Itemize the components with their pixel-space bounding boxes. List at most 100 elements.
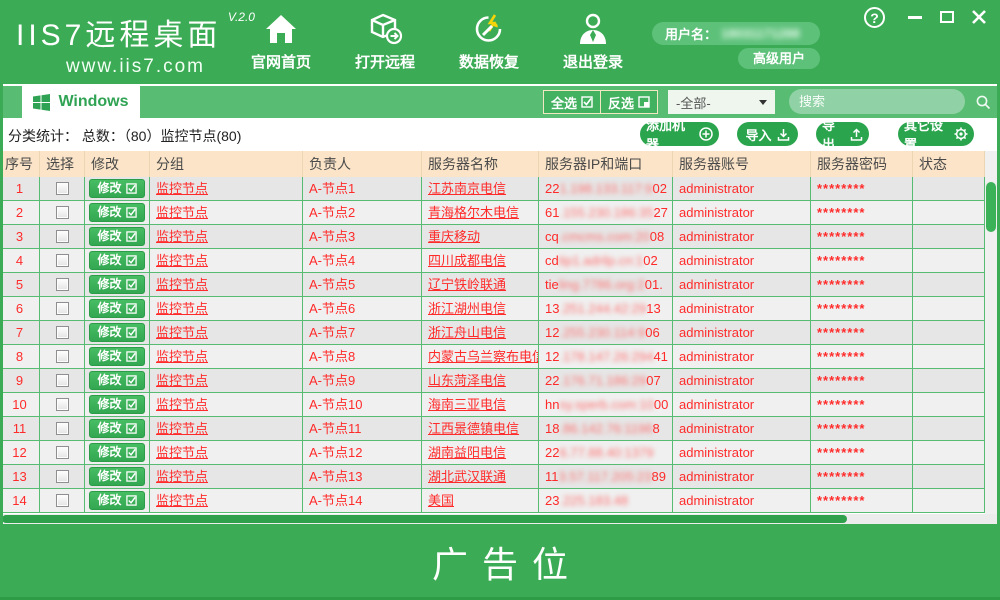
table-row: 11修改监控节点A-节点11江西景德镇电信18.86.142.76:11988a… (0, 417, 985, 441)
row-checkbox[interactable] (56, 254, 69, 267)
server-name-link[interactable]: 浙江湖州电信 (428, 297, 506, 320)
server-name-link[interactable]: 重庆移动 (428, 225, 480, 248)
nav-home-button[interactable]: 官网首页 (234, 10, 328, 74)
row-checkbox[interactable] (56, 230, 69, 243)
other-settings-button[interactable]: 其它设置 (898, 122, 974, 146)
row-select-cell (40, 417, 85, 441)
import-button[interactable]: 导入 (737, 122, 798, 146)
maximize-icon[interactable] (939, 10, 955, 24)
group-link[interactable]: 监控节点 (156, 177, 208, 200)
nav-data-recovery-button[interactable]: 数据恢复 (442, 10, 536, 74)
row-password-cell: ******** (811, 345, 913, 369)
nav-open-remote-button[interactable]: 打开远程 (338, 10, 432, 74)
row-group-cell: 监控节点 (150, 273, 303, 297)
export-button[interactable]: 导出 (816, 122, 869, 146)
server-name-link[interactable]: 美国 (428, 489, 454, 512)
modify-button[interactable]: 修改 (89, 491, 145, 510)
row-checkbox[interactable] (56, 206, 69, 219)
home-icon (263, 10, 299, 48)
group-link[interactable]: 监控节点 (156, 273, 208, 296)
modify-button[interactable]: 修改 (89, 227, 145, 246)
row-checkbox[interactable] (56, 470, 69, 483)
row-status-cell (913, 249, 985, 273)
modify-button[interactable]: 修改 (89, 203, 145, 222)
group-link[interactable]: 监控节点 (156, 489, 208, 512)
help-icon[interactable]: ? (864, 7, 885, 28)
server-name-link[interactable]: 浙江舟山电信 (428, 321, 506, 344)
row-checkbox[interactable] (56, 374, 69, 387)
search-icon[interactable] (975, 94, 991, 110)
add-machine-button[interactable]: 添加机器 (640, 122, 719, 146)
modify-button[interactable]: 修改 (89, 251, 145, 270)
group-link[interactable]: 监控节点 (156, 249, 208, 272)
row-checkbox[interactable] (56, 494, 69, 507)
app-url: www.iis7.com (16, 56, 255, 78)
server-name-link[interactable]: 江苏南京电信 (428, 177, 506, 200)
select-all-button[interactable]: 全选 (544, 91, 600, 113)
server-name-link[interactable]: 辽宁铁岭联通 (428, 273, 506, 296)
modify-button[interactable]: 修改 (89, 443, 145, 462)
row-select-cell (40, 441, 85, 465)
modify-button[interactable]: 修改 (89, 323, 145, 342)
server-name-link[interactable]: 湖北武汉联通 (428, 465, 506, 488)
row-checkbox[interactable] (56, 350, 69, 363)
tab-windows[interactable]: Windows (22, 86, 140, 118)
row-number: 3 (0, 225, 40, 249)
row-checkbox[interactable] (56, 182, 69, 195)
modify-button[interactable]: 修改 (89, 179, 145, 198)
row-checkbox[interactable] (56, 302, 69, 315)
server-name-link[interactable]: 海南三亚电信 (428, 393, 506, 416)
row-ip-cell: 13.251.244.42:2913 (539, 297, 673, 321)
row-checkbox[interactable] (56, 278, 69, 291)
server-name-link[interactable]: 四川成都电信 (428, 249, 506, 272)
close-icon[interactable] (971, 10, 987, 24)
modify-check-icon (126, 351, 137, 362)
group-link[interactable]: 监控节点 (156, 345, 208, 368)
group-link[interactable]: 监控节点 (156, 417, 208, 440)
group-link[interactable]: 监控节点 (156, 393, 208, 416)
ad-banner[interactable]: 广告位 (0, 524, 1000, 600)
group-link[interactable]: 监控节点 (156, 225, 208, 248)
group-link[interactable]: 监控节点 (156, 369, 208, 392)
row-ip-cell: 12.178.147.26:29441 (539, 345, 673, 369)
row-owner-cell: A-节点6 (303, 297, 422, 321)
group-filter-dropdown[interactable]: -全部- (668, 90, 775, 114)
group-link[interactable]: 监控节点 (156, 201, 208, 224)
search-input[interactable] (799, 94, 975, 109)
group-link[interactable]: 监控节点 (156, 321, 208, 344)
masked-ip: .86.142.76:1198 (559, 417, 652, 440)
minimize-icon[interactable] (907, 10, 923, 24)
server-name-link[interactable]: 江西景德镇电信 (428, 417, 519, 440)
vertical-scrollbar-thumb[interactable] (986, 182, 996, 232)
server-name-link[interactable]: 青海格尔木电信 (428, 201, 519, 224)
row-checkbox[interactable] (56, 422, 69, 435)
table-row: 13修改监控节点A-节点13湖北武汉联通113.57.117.205:2389a… (0, 465, 985, 489)
modify-button[interactable]: 修改 (89, 275, 145, 294)
table-row: 6修改监控节点A-节点6浙江湖州电信13.251.244.42:2913admi… (0, 297, 985, 321)
modify-button[interactable]: 修改 (89, 419, 145, 438)
group-link[interactable]: 监控节点 (156, 441, 208, 464)
group-link[interactable]: 监控节点 (156, 297, 208, 320)
row-checkbox[interactable] (56, 326, 69, 339)
user-level-badge[interactable]: 高级用户 (738, 48, 820, 69)
modify-button[interactable]: 修改 (89, 395, 145, 414)
horizontal-scrollbar-thumb[interactable] (2, 515, 847, 523)
row-checkbox[interactable] (56, 398, 69, 411)
row-password-cell: ******** (811, 489, 913, 513)
modify-button[interactable]: 修改 (89, 467, 145, 486)
username-label: 用户名： (665, 24, 717, 43)
server-name-link[interactable]: 山东菏泽电信 (428, 369, 506, 392)
modify-button[interactable]: 修改 (89, 299, 145, 318)
modify-button[interactable]: 修改 (89, 371, 145, 390)
server-name-link[interactable]: 内蒙古乌兰察布电信 (428, 345, 539, 368)
row-group-cell: 监控节点 (150, 465, 303, 489)
group-link[interactable]: 监控节点 (156, 465, 208, 488)
invert-select-button[interactable]: 反选 (600, 91, 657, 113)
server-name-link[interactable]: 湖南益阳电信 (428, 441, 506, 464)
nav-logout-button[interactable]: 退出登录 (546, 10, 640, 74)
row-status-cell (913, 225, 985, 249)
row-checkbox[interactable] (56, 446, 69, 459)
row-password-cell: ******** (811, 201, 913, 225)
modify-button[interactable]: 修改 (89, 347, 145, 366)
row-status-cell (913, 417, 985, 441)
